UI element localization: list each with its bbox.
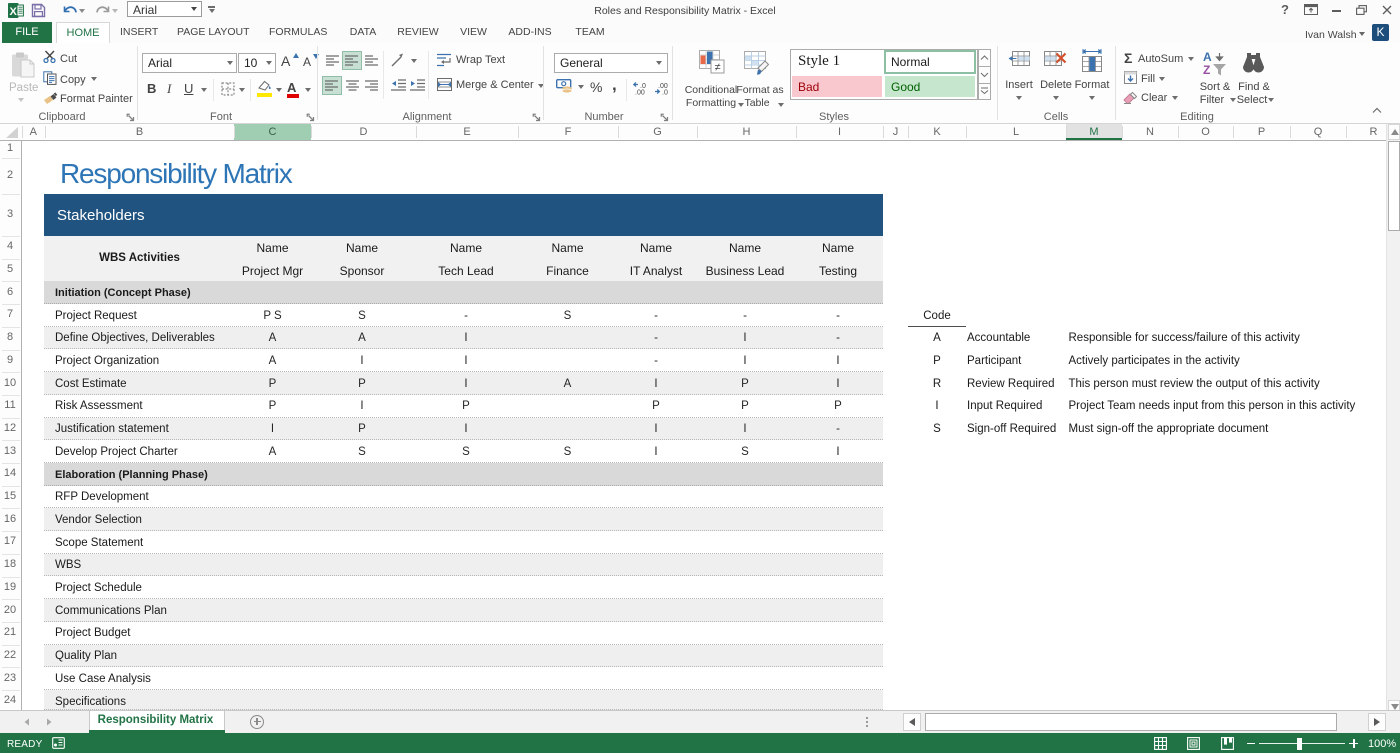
svg-text:A: A (1203, 50, 1212, 64)
svg-text:.00: .00 (635, 90, 645, 96)
svg-text:.0: .0 (662, 90, 668, 96)
svg-text:Z: Z (1203, 63, 1210, 77)
svg-text:≠: ≠ (714, 62, 720, 74)
